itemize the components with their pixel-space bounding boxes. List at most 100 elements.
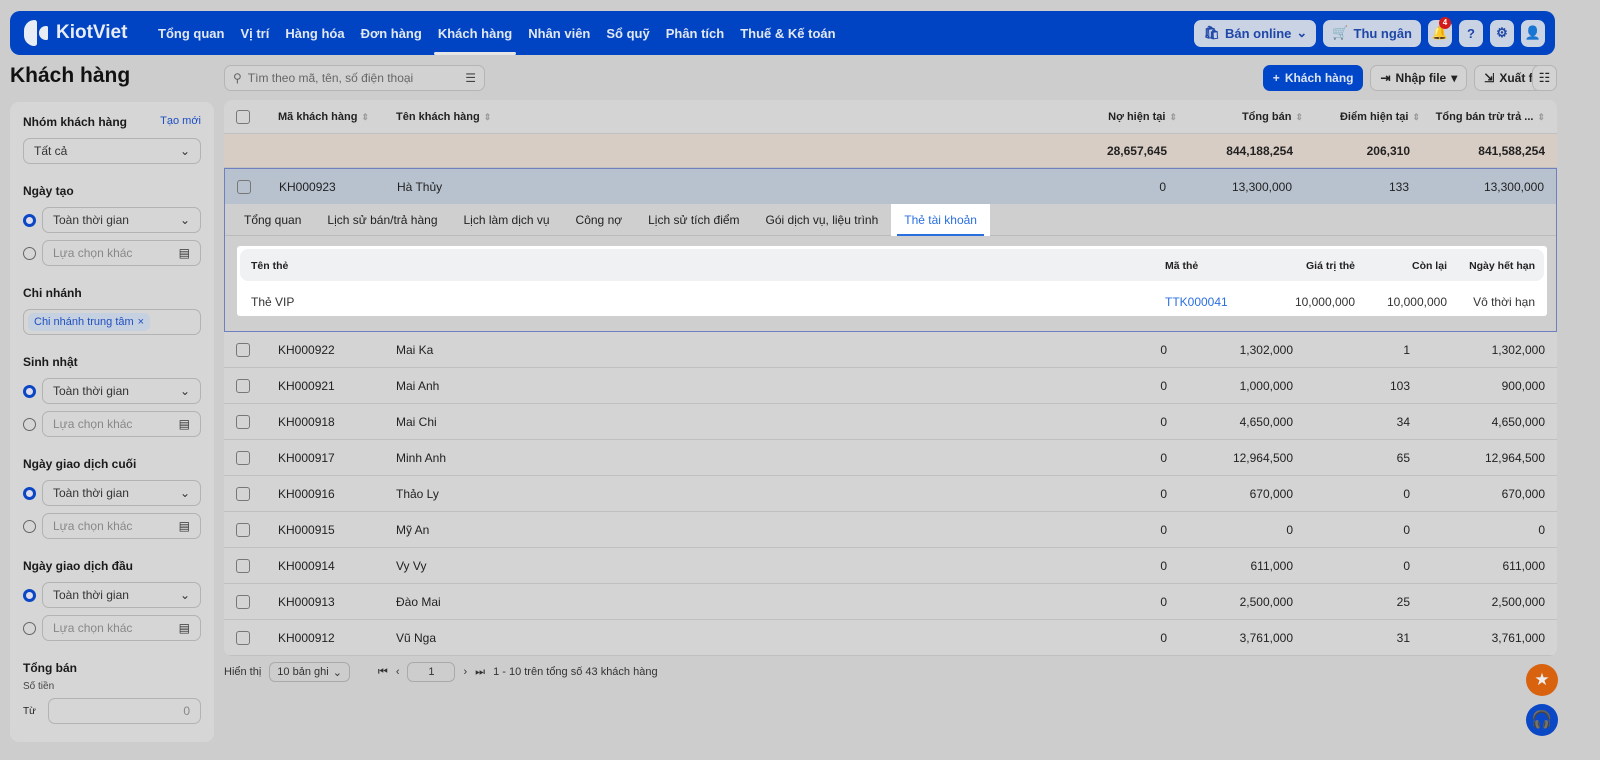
add-customer-button[interactable]: + Khách hàng xyxy=(1262,65,1364,91)
logo[interactable]: KiotViet xyxy=(24,20,150,46)
tab-service-schedule[interactable]: Lịch làm dịch vụ xyxy=(451,204,563,236)
table-row[interactable]: KH000918 Mai Chi 0 4,650,000 34 4,650,000 xyxy=(224,404,1557,440)
nav-phan-tich[interactable]: Phân tích xyxy=(658,11,733,55)
support-button[interactable]: 🎧 xyxy=(1526,704,1558,736)
notification-button[interactable]: 🔔 4 xyxy=(1428,16,1452,47)
tab-points-history[interactable]: Lịch sử tích điểm xyxy=(635,204,752,236)
radio-all-time[interactable] xyxy=(23,486,36,500)
row-checkbox[interactable] xyxy=(236,558,250,573)
import-label: Nhập file xyxy=(1395,71,1447,85)
radio-other[interactable] xyxy=(23,519,36,533)
nav-thue-ke-toan[interactable]: Thuế & Kế toán xyxy=(732,11,843,55)
row-checkbox[interactable] xyxy=(236,486,250,501)
radio-all-time[interactable] xyxy=(23,588,36,602)
search-input[interactable]: ⚲ Tìm theo mã, tên, số điện thoại ☰ xyxy=(224,65,485,91)
row-checkbox[interactable] xyxy=(236,378,250,393)
main-nav: Tổng quan Vị trí Hàng hóa Đơn hàng Khách… xyxy=(150,11,844,55)
custom-date-input[interactable]: Lựa chọn khác ▤ xyxy=(42,615,201,641)
row-checkbox[interactable] xyxy=(236,630,250,645)
nav-vi-tri[interactable]: Vị trí xyxy=(232,11,277,55)
nav-hang-hoa[interactable]: Hàng hóa xyxy=(277,11,352,55)
nav-tong-quan[interactable]: Tổng quan xyxy=(150,11,232,55)
table-row[interactable]: KH000916 Thảo Ly 0 670,000 0 670,000 xyxy=(224,476,1557,512)
from-amount-input[interactable]: 0 xyxy=(47,698,201,724)
col-debt[interactable]: Nợ hiện tại ⇕ xyxy=(1108,111,1177,123)
nav-khach-hang[interactable]: Khách hàng xyxy=(430,11,520,55)
settings-button[interactable]: ⚙ xyxy=(1490,19,1514,47)
page-number-input[interactable]: 1 xyxy=(407,662,456,682)
import-file-button[interactable]: ⇥ Nhập file ▾ xyxy=(1370,65,1468,91)
tab-account-cards[interactable]: Thẻ tài khoản xyxy=(891,204,990,236)
sort-icon: ⇕ xyxy=(483,111,492,122)
card-code-link[interactable]: TTK000041 xyxy=(1165,295,1228,309)
row-checkbox[interactable] xyxy=(236,450,250,465)
all-time-select[interactable]: Toàn thời gian ⌄ xyxy=(42,207,201,233)
col-name[interactable]: Tên khách hàng ⇕ xyxy=(396,111,491,123)
col-points[interactable]: Điểm hiện tại ⇕ xyxy=(1340,111,1420,123)
col-total[interactable]: Tổng bán ⇕ xyxy=(1242,111,1303,123)
prev-page-icon[interactable]: ‹ xyxy=(396,666,400,678)
cell-debt: 0 xyxy=(1160,486,1167,501)
cell-name: Mỹ An xyxy=(396,522,430,537)
chevron-down-icon: ⌄ xyxy=(179,144,190,158)
page-size-select[interactable]: 10 bản ghi ⌄ xyxy=(269,662,350,682)
first-page-icon[interactable]: ⏮ xyxy=(378,666,388,679)
calendar-icon: ▤ xyxy=(178,519,190,533)
last-page-icon[interactable]: ⏭ xyxy=(475,666,485,679)
next-page-icon[interactable]: › xyxy=(463,666,467,678)
customer-table: Mã khách hàng ⇕ Tên khách hàng ⇕ Nợ hiện t… xyxy=(224,100,1557,656)
cell-net: 12,964,500 xyxy=(1484,450,1545,465)
table-row[interactable]: KH000912 Vũ Nga 0 3,761,000 31 3,761,000 xyxy=(224,620,1557,656)
table-row-selected[interactable]: KH000923 Hà Thủy 0 13,300,000 133 13,300… xyxy=(224,168,1557,204)
all-time-select[interactable]: Toàn thời gian ⌄ xyxy=(42,582,201,608)
branch-tag-label: Chi nhánh trung tâm xyxy=(34,316,134,328)
custom-date-input[interactable]: Lựa chọn khác ▤ xyxy=(42,513,201,539)
avatar[interactable]: 👤 xyxy=(1521,19,1545,47)
page-size-value: 10 bản ghi xyxy=(277,666,329,678)
custom-date-input[interactable]: Lựa chọn khác ▤ xyxy=(42,240,201,266)
tab-overview[interactable]: Tổng quan xyxy=(231,204,314,236)
cell-code: KH000918 xyxy=(278,414,335,429)
nav-don-hang[interactable]: Đơn hàng xyxy=(353,11,430,55)
col-code[interactable]: Mã khách hàng ⇕ xyxy=(278,111,369,123)
radio-other[interactable] xyxy=(23,246,36,260)
nav-nhan-vien[interactable]: Nhân viên xyxy=(520,11,598,55)
tab-sales-history[interactable]: Lịch sử bán/trả hàng xyxy=(314,204,450,236)
table-row[interactable]: KH000915 Mỹ An 0 0 0 0 xyxy=(224,512,1557,548)
radio-all-time[interactable] xyxy=(23,213,36,227)
radio-other[interactable] xyxy=(23,621,36,635)
row-checkbox[interactable] xyxy=(236,342,250,357)
table-row[interactable]: KH000914 Vy Vy 0 611,000 0 611,000 xyxy=(224,548,1557,584)
tab-service-packages[interactable]: Gói dịch vụ, liệu trình xyxy=(753,204,892,236)
column-settings-button[interactable]: ☷ xyxy=(1532,65,1557,91)
table-row[interactable]: KH000913 Đào Mai 0 2,500,000 25 2,500,000 xyxy=(224,584,1557,620)
all-time-select[interactable]: Toàn thời gian ⌄ xyxy=(42,378,201,404)
create-group-link[interactable]: Tạo mới xyxy=(160,115,201,129)
row-checkbox[interactable] xyxy=(236,522,250,537)
nav-so-quy[interactable]: Sổ quỹ xyxy=(598,11,657,55)
row-checkbox[interactable] xyxy=(237,179,251,194)
row-checkbox[interactable] xyxy=(236,594,250,609)
table-row[interactable]: KH000921 Mai Anh 0 1,000,000 103 900,000 xyxy=(224,368,1557,404)
other-label: Lựa chọn khác xyxy=(53,621,133,635)
radio-other[interactable] xyxy=(23,417,36,431)
close-icon[interactable]: × xyxy=(138,316,144,328)
branch-input[interactable]: Chi nhánh trung tâm × xyxy=(23,309,201,335)
group-select[interactable]: Tất cả ⌄ xyxy=(23,138,201,164)
custom-date-input[interactable]: Lựa chọn khác ▤ xyxy=(42,411,201,437)
gear-icon: ⚙ xyxy=(1496,25,1508,40)
thu-ngan-button[interactable]: 🛒 Thu ngân xyxy=(1323,19,1421,47)
filter-sliders-icon[interactable]: ☰ xyxy=(465,71,476,85)
select-all-checkbox[interactable] xyxy=(236,109,250,124)
col-net-total[interactable]: Tổng bán trừ trả ... ⇕ xyxy=(1436,111,1545,123)
favorite-button[interactable]: ★ xyxy=(1526,664,1558,696)
radio-all-time[interactable] xyxy=(23,384,36,398)
help-button[interactable]: ? xyxy=(1459,19,1483,47)
table-row[interactable]: KH000922 Mai Ka 0 1,302,000 1 1,302,000 xyxy=(224,332,1557,368)
table-row[interactable]: KH000917 Minh Anh 0 12,964,500 65 12,964,500 xyxy=(224,440,1557,476)
all-time-select[interactable]: Toàn thời gian ⌄ xyxy=(42,480,201,506)
row-checkbox[interactable] xyxy=(236,414,250,429)
tab-debt[interactable]: Công nợ xyxy=(563,204,636,236)
ban-online-button[interactable]: 🛍 Bán online ⌄ xyxy=(1194,19,1317,47)
cell-name: Mai Chi xyxy=(396,414,437,429)
